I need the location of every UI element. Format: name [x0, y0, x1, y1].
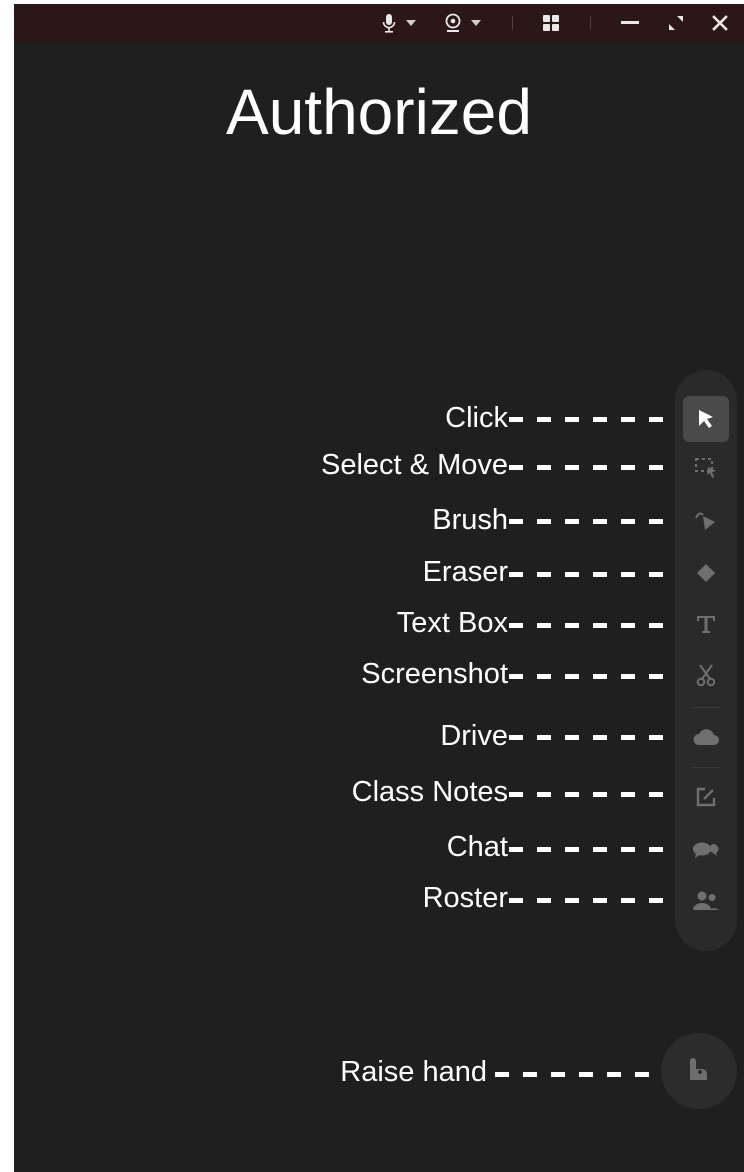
label-raise-hand: Raise hand — [340, 1056, 487, 1088]
webcam-icon[interactable] — [442, 4, 464, 42]
select-move-tool-button[interactable] — [683, 445, 729, 491]
click-tool-button[interactable] — [683, 396, 729, 442]
leader-line — [509, 847, 669, 852]
edit-note-icon — [695, 786, 717, 808]
chevron-down-icon[interactable] — [404, 4, 418, 42]
scissors-icon — [695, 663, 717, 687]
minimize-icon[interactable] — [618, 4, 642, 42]
screenshot-tool-button[interactable] — [683, 652, 729, 698]
label-drive: Drive — [440, 720, 508, 752]
label-screenshot: Screenshot — [361, 658, 508, 690]
chat-bubbles-icon — [692, 840, 720, 860]
label-text-box: Text Box — [396, 607, 508, 639]
top-bar — [14, 4, 744, 42]
leader-line — [509, 572, 669, 577]
leader-line — [509, 735, 669, 740]
leader-line — [495, 1072, 655, 1077]
leader-line — [509, 465, 669, 470]
app-window: Authorized Click Select & Move Brush Era… — [14, 4, 744, 1172]
cloud-icon — [692, 727, 720, 747]
raise-hand-icon — [686, 1055, 712, 1088]
toolbar-divider — [692, 767, 720, 768]
select-move-icon — [694, 457, 718, 479]
people-icon — [692, 890, 720, 912]
leader-line — [509, 674, 669, 679]
raise-hand-button[interactable] — [661, 1033, 737, 1109]
microphone-icon[interactable] — [378, 4, 400, 42]
label-class-notes: Class Notes — [351, 776, 508, 808]
leader-line — [509, 792, 669, 797]
label-roster: Roster — [422, 882, 508, 914]
drive-button[interactable] — [683, 714, 729, 760]
text-box-tool-button[interactable] — [683, 601, 729, 647]
divider — [512, 16, 513, 30]
leader-line — [509, 417, 669, 422]
leader-line — [509, 519, 669, 524]
layout-grid-icon[interactable] — [540, 4, 562, 42]
label-click: Click — [445, 402, 508, 434]
leader-line — [509, 898, 669, 903]
label-select-move: Select & Move — [321, 449, 508, 481]
class-notes-button[interactable] — [683, 774, 729, 820]
eraser-icon — [695, 562, 717, 584]
leader-line — [509, 623, 669, 628]
cursor-arrow-icon — [696, 408, 716, 430]
page-title: Authorized — [226, 76, 532, 148]
chevron-down-icon[interactable] — [469, 4, 483, 42]
roster-button[interactable] — [683, 878, 729, 924]
restore-icon[interactable] — [664, 4, 688, 42]
divider — [590, 16, 591, 30]
label-chat: Chat — [446, 831, 508, 863]
chat-button[interactable] — [683, 827, 729, 873]
label-eraser: Eraser — [422, 556, 508, 588]
label-brush: Brush — [432, 504, 508, 536]
brush-icon — [694, 510, 718, 532]
close-icon[interactable] — [708, 4, 732, 42]
text-box-icon — [695, 613, 717, 635]
brush-tool-button[interactable] — [683, 498, 729, 544]
eraser-tool-button[interactable] — [683, 550, 729, 596]
toolbar-divider — [692, 707, 720, 708]
